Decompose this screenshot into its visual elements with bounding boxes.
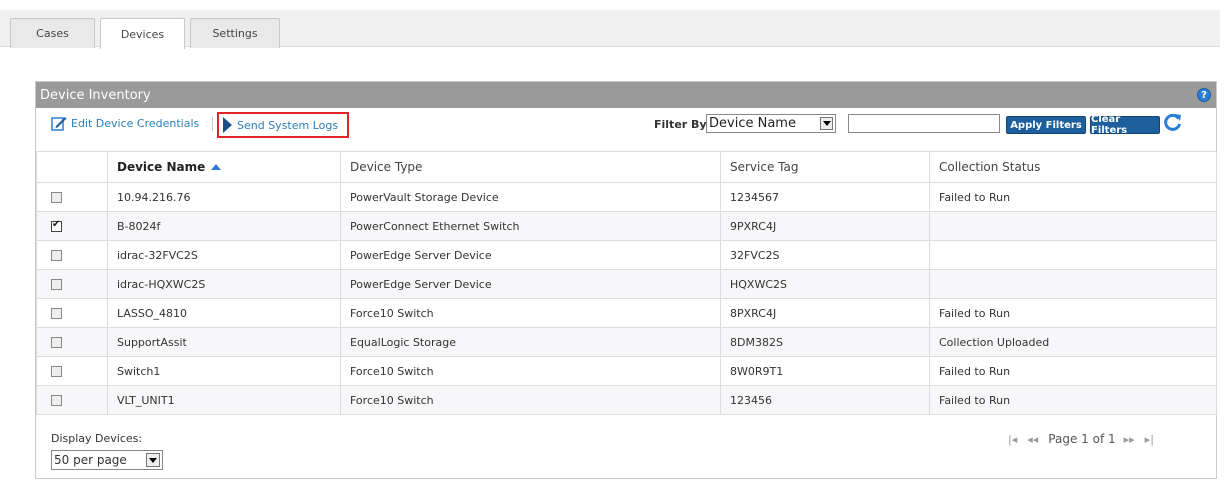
cell-service-tag: 8W0R9T1 bbox=[720, 356, 930, 386]
pencil-icon bbox=[51, 115, 67, 131]
table-row[interactable]: 10.94.216.76 PowerVault Storage Device 123… bbox=[36, 182, 1217, 212]
cell-device-type: EqualLogic Storage bbox=[340, 327, 721, 357]
cell-collection-status: Collection Uploaded bbox=[929, 327, 1217, 357]
cell-collection-status: Failed to Run bbox=[929, 385, 1217, 415]
column-header-collection-status[interactable]: Collection Status bbox=[929, 151, 1217, 183]
filter-by-selected: Device Name bbox=[709, 116, 796, 131]
per-page-selected: 50 per page bbox=[54, 453, 127, 467]
tab-devices[interactable]: Devices bbox=[100, 18, 185, 49]
filter-by-label: Filter By: bbox=[654, 118, 711, 131]
cell-device-type: PowerEdge Server Device bbox=[340, 269, 721, 299]
apply-filters-button[interactable]: Apply Filters bbox=[1006, 116, 1086, 134]
edit-device-credentials-link[interactable]: Edit Device Credentials bbox=[51, 115, 199, 131]
panel-title: Device Inventory bbox=[40, 87, 151, 103]
table-row[interactable]: VLT_UNIT1 Force10 Switch 123456 Failed to R… bbox=[36, 385, 1217, 415]
cell-collection-status bbox=[929, 269, 1217, 299]
cell-service-tag: 8DM382S bbox=[720, 327, 930, 357]
help-icon[interactable]: ? bbox=[1197, 88, 1211, 102]
row-checkbox[interactable] bbox=[51, 337, 62, 348]
chevron-down-icon[interactable] bbox=[820, 117, 833, 130]
cell-service-tag: HQXWC2S bbox=[720, 269, 930, 299]
tab-bar: Cases Devices Settings bbox=[0, 10, 1220, 49]
prev-page-icon[interactable]: ◂◂ bbox=[1027, 433, 1038, 446]
cell-device-name: idrac-HQXWC2S bbox=[107, 269, 341, 299]
cell-service-tag: 123456 bbox=[720, 385, 930, 415]
table-row[interactable]: B-8024fPowerConnect Ethernet Switch9PXRC… bbox=[36, 211, 1217, 241]
row-checkbox-cell bbox=[36, 356, 108, 386]
play-icon bbox=[223, 117, 232, 133]
tab-cases[interactable]: Cases bbox=[10, 18, 95, 48]
cell-device-type: PowerConnect Ethernet Switch bbox=[340, 211, 721, 241]
select-column-header bbox=[36, 151, 108, 183]
last-page-icon[interactable]: ▸| bbox=[1145, 433, 1154, 446]
toolbar-divider bbox=[212, 117, 213, 131]
cell-service-tag: 1234567 bbox=[720, 182, 930, 212]
display-devices-label: Display Devices: bbox=[51, 432, 143, 445]
table-row[interactable]: idrac-HQXWC2S PowerEdge Server Device HQXW… bbox=[36, 269, 1217, 299]
cell-device-type: Force10 Switch bbox=[340, 385, 721, 415]
column-header-device-type[interactable]: Device Type bbox=[340, 151, 721, 183]
cell-service-tag: 9PXRC4J bbox=[720, 211, 930, 241]
cell-device-name: idrac-32FVC2S bbox=[107, 240, 341, 270]
row-checkbox-cell bbox=[36, 385, 108, 415]
cell-device-type: Force10 Switch bbox=[340, 298, 721, 328]
sort-ascending-icon bbox=[211, 164, 222, 170]
row-checkbox-cell bbox=[36, 240, 108, 270]
cell-device-name: LASSO_4810 bbox=[107, 298, 341, 328]
row-checkbox[interactable] bbox=[51, 308, 62, 319]
cell-device-name: VLT_UNIT1 bbox=[107, 385, 341, 415]
cell-collection-status: Failed to Run bbox=[929, 182, 1217, 212]
cell-service-tag: 32FVC2S bbox=[720, 240, 930, 270]
table-row[interactable]: SupportAssit EqualLogic Storage 8DM382S Col… bbox=[36, 327, 1217, 357]
table-row[interactable]: LASSO_4810 Force10 Switch 8PXRC4J Failed to… bbox=[36, 298, 1217, 328]
edit-device-credentials-label: Edit Device Credentials bbox=[71, 116, 200, 130]
send-system-logs-link[interactable]: Send System Logs bbox=[217, 112, 349, 138]
row-checkbox-cell bbox=[36, 298, 108, 328]
cell-collection-status bbox=[929, 211, 1217, 241]
cell-collection-status: Failed to Run bbox=[929, 356, 1217, 386]
cell-device-name: 10.94.216.76 bbox=[107, 182, 341, 212]
cell-device-type: Force10 Switch bbox=[340, 356, 721, 386]
cell-device-name: SupportAssit bbox=[107, 327, 341, 357]
tab-settings[interactable]: Settings bbox=[190, 18, 280, 48]
cell-device-type: PowerVault Storage Device bbox=[340, 182, 721, 212]
column-header-service-tag[interactable]: Service Tag bbox=[720, 151, 930, 183]
column-header-device-name[interactable]: Device Name bbox=[107, 151, 341, 183]
chevron-down-icon[interactable] bbox=[146, 453, 160, 467]
cell-device-type: PowerEdge Server Device bbox=[340, 240, 721, 270]
filter-input[interactable] bbox=[848, 114, 1000, 133]
cell-collection-status bbox=[929, 240, 1217, 270]
pagination: |◂ ◂◂ Page 1 of 1 ▸▸ ▸| bbox=[1008, 432, 1164, 446]
first-page-icon[interactable]: |◂ bbox=[1008, 433, 1017, 446]
send-system-logs-label: Send System Logs bbox=[237, 118, 339, 132]
refresh-icon[interactable] bbox=[1163, 112, 1183, 132]
row-checkbox-cell bbox=[36, 269, 108, 299]
device-table: Device Name Device Type Service Tag Coll… bbox=[36, 151, 1217, 415]
cell-device-name: B-8024f bbox=[107, 211, 341, 241]
row-checkbox[interactable] bbox=[51, 219, 62, 232]
column-header-label: Device Name bbox=[117, 160, 206, 174]
device-inventory-panel: Device Inventory ? Edit Device Credentia… bbox=[35, 81, 1217, 479]
toolbar: Edit Device Credentials Send System Logs… bbox=[36, 108, 1216, 140]
panel-header: Device Inventory ? bbox=[36, 82, 1216, 108]
cell-service-tag: 8PXRC4J bbox=[720, 298, 930, 328]
filter-by-select[interactable]: Device Name bbox=[706, 114, 836, 133]
row-checkbox[interactable] bbox=[51, 250, 62, 261]
row-checkbox-cell bbox=[36, 211, 108, 241]
next-page-icon[interactable]: ▸▸ bbox=[1124, 433, 1135, 446]
clear-filters-button[interactable]: Clear Filters bbox=[1090, 114, 1160, 136]
cell-device-name: Switch1 bbox=[107, 356, 341, 386]
row-checkbox-cell bbox=[36, 182, 108, 212]
table-row[interactable]: Switch1 Force10 Switch 8W0R9T1 Failed to Ru… bbox=[36, 356, 1217, 386]
table-header-row: Device Name Device Type Service Tag Coll… bbox=[36, 151, 1217, 183]
table-row[interactable]: idrac-32FVC2S PowerEdge Server Device 32FV… bbox=[36, 240, 1217, 270]
row-checkbox-cell bbox=[36, 327, 108, 357]
row-checkbox[interactable] bbox=[51, 366, 62, 377]
cell-collection-status: Failed to Run bbox=[929, 298, 1217, 328]
page-indicator: Page 1 of 1 bbox=[1048, 432, 1116, 446]
row-checkbox[interactable] bbox=[51, 395, 62, 406]
row-checkbox[interactable] bbox=[51, 192, 62, 203]
per-page-select[interactable]: 50 per page bbox=[51, 450, 163, 470]
row-checkbox[interactable] bbox=[51, 279, 62, 290]
